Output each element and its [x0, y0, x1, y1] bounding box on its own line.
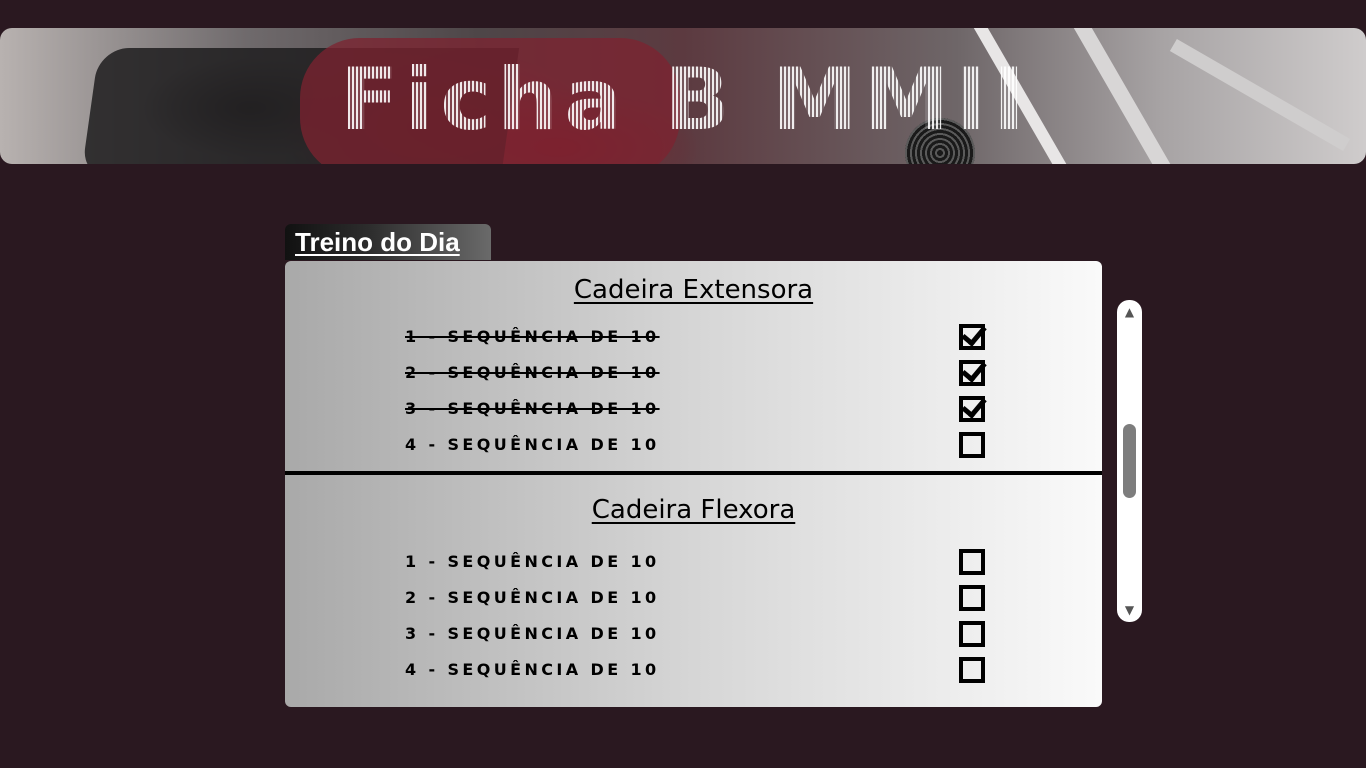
set-checkbox[interactable] — [959, 549, 985, 575]
header-banner: Ficha B MMII — [0, 28, 1366, 164]
set-label: 4 - SEQUÊNCIA DE 10 — [405, 660, 660, 679]
exercise-divider — [285, 471, 1102, 475]
set-checkbox[interactable] — [959, 432, 985, 458]
set-row: 3 - SEQUÊNCIA DE 10 — [285, 616, 1102, 652]
set-checkbox[interactable] — [959, 324, 985, 350]
scrollbar-thumb[interactable] — [1123, 424, 1136, 498]
exercise-title: Cadeira Extensora — [573, 275, 814, 305]
set-label: 4 - SEQUÊNCIA DE 10 — [405, 435, 660, 454]
set-label: 1 - SEQUÊNCIA DE 10 — [405, 327, 660, 346]
banner-title: Ficha B MMII — [340, 50, 1032, 150]
set-checkbox[interactable] — [959, 621, 985, 647]
set-row: 2 - SEQUÊNCIA DE 10 — [285, 580, 1102, 616]
set-row: 3 - SEQUÊNCIA DE 10 — [285, 391, 1102, 427]
set-checkbox[interactable] — [959, 396, 985, 422]
set-label: 3 - SEQUÊNCIA DE 10 — [405, 624, 660, 643]
banner-photo-frame — [1073, 28, 1185, 164]
scrollbar[interactable]: ▲ ▼ — [1117, 300, 1142, 622]
scroll-up-arrow-icon[interactable]: ▲ — [1117, 302, 1142, 322]
set-label: 1 - SEQUÊNCIA DE 10 — [405, 552, 660, 571]
workout-card: Cadeira Extensora 1 - SEQUÊNCIA DE 10 2 … — [285, 261, 1102, 707]
section-label: Treino do Dia — [285, 224, 491, 260]
set-row: 1 - SEQUÊNCIA DE 10 — [285, 544, 1102, 580]
set-checkbox[interactable] — [959, 657, 985, 683]
set-row: 4 - SEQUÊNCIA DE 10 — [285, 652, 1102, 688]
exercise-title: Cadeira Flexora — [591, 495, 796, 525]
set-row: 2 - SEQUÊNCIA DE 10 — [285, 355, 1102, 391]
set-row: 1 - SEQUÊNCIA DE 10 — [285, 319, 1102, 355]
set-row: 4 - SEQUÊNCIA DE 10 — [285, 427, 1102, 463]
set-label: 2 - SEQUÊNCIA DE 10 — [405, 588, 660, 607]
banner-photo-frame — [1169, 38, 1351, 152]
set-label: 2 - SEQUÊNCIA DE 10 — [405, 363, 660, 382]
set-label: 3 - SEQUÊNCIA DE 10 — [405, 399, 660, 418]
scroll-down-arrow-icon[interactable]: ▼ — [1117, 600, 1142, 620]
set-checkbox[interactable] — [959, 585, 985, 611]
exercise-block: Cadeira Flexora 1 - SEQUÊNCIA DE 10 2 - … — [285, 477, 1102, 707]
exercise-block: Cadeira Extensora 1 - SEQUÊNCIA DE 10 2 … — [285, 261, 1102, 473]
set-checkbox[interactable] — [959, 360, 985, 386]
